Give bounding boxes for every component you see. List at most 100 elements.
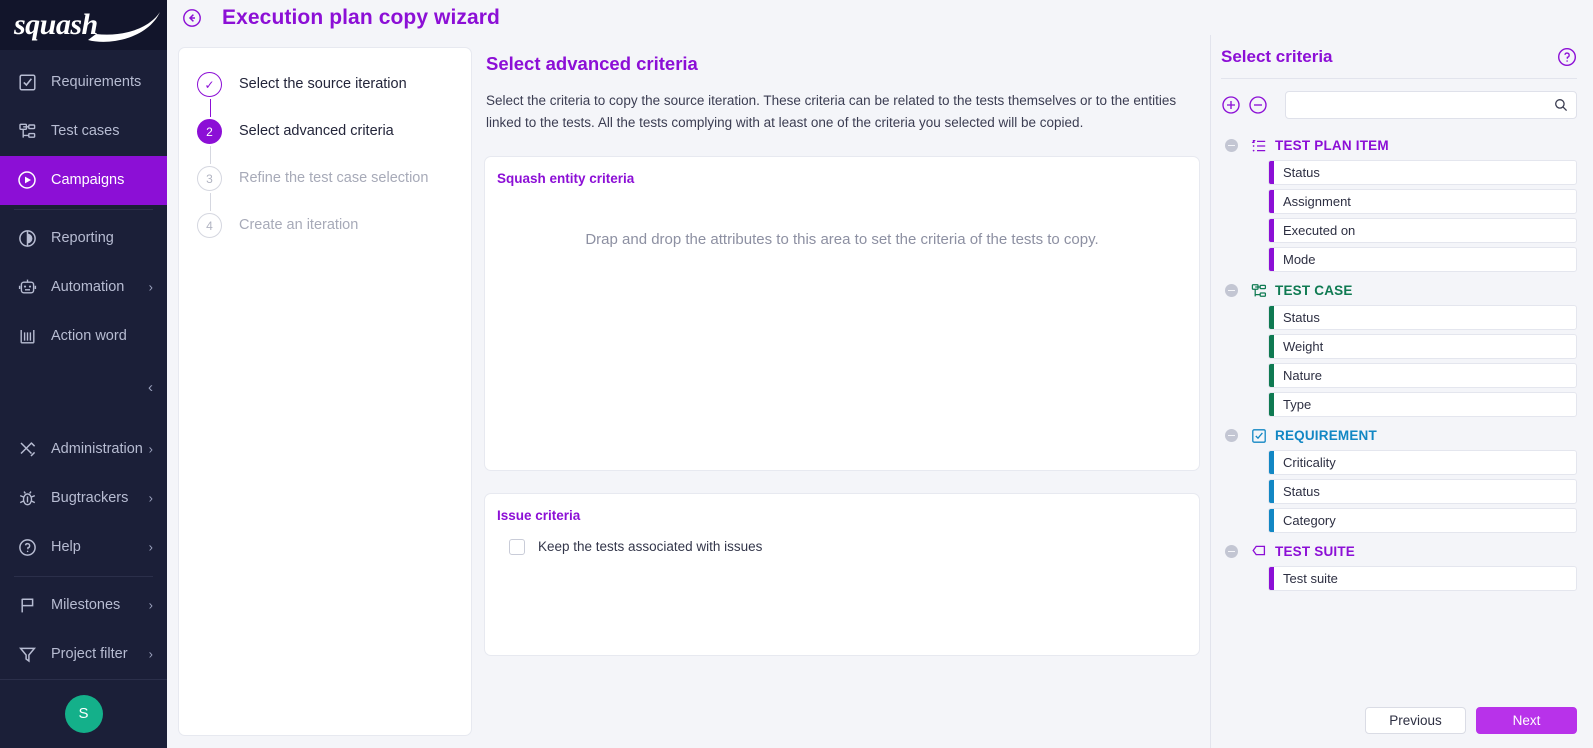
- criteria-item[interactable]: Status: [1268, 160, 1577, 185]
- criteria-item-label: Weight: [1283, 339, 1324, 354]
- chevron-right-icon: ›: [148, 597, 153, 613]
- app-root: squash Requirements Test cases Campaigns…: [0, 0, 1593, 748]
- back-arrow-icon[interactable]: [181, 7, 203, 29]
- brand-logo-text: squash: [14, 7, 98, 41]
- criteria-item[interactable]: Assignment: [1268, 189, 1577, 214]
- milestones-icon: [16, 594, 38, 616]
- sidebar-item-automation[interactable]: Automation ›: [0, 263, 167, 312]
- stepper-connector: [209, 99, 212, 117]
- issue-criteria-title: Issue criteria: [497, 507, 581, 523]
- select-criteria-header: Select criteria: [1221, 35, 1577, 79]
- chevron-right-icon: ›: [148, 441, 153, 457]
- criteria-item[interactable]: Category: [1268, 508, 1577, 533]
- issue-criteria-panel: Issue criteria Keep the tests associated…: [484, 492, 1200, 656]
- criteria-item[interactable]: Criticality: [1268, 450, 1577, 475]
- avatar[interactable]: S: [64, 694, 103, 733]
- previous-button[interactable]: Previous: [1365, 707, 1466, 734]
- criteria-item-label: Status: [1283, 484, 1320, 499]
- stepper-card: ✓ Select the source iteration 2 Select a…: [178, 47, 472, 736]
- collapse-toggle-icon[interactable]: [1225, 284, 1238, 297]
- help-icon: [16, 536, 38, 558]
- sidebar-item-label: Campaigns: [51, 172, 125, 189]
- sidebar-item-bugtrackers[interactable]: Bugtrackers ›: [0, 474, 167, 523]
- criteria-item[interactable]: Type: [1268, 392, 1577, 417]
- criteria-item[interactable]: Weight: [1268, 334, 1577, 359]
- sidebar-collapse-button[interactable]: ‹: [0, 361, 167, 415]
- tree-group-label: TEST PLAN ITEM: [1275, 138, 1389, 153]
- criteria-item-label: Nature: [1283, 368, 1323, 383]
- criteria-item[interactable]: Mode: [1268, 247, 1577, 272]
- criteria-item[interactable]: Executed on: [1268, 218, 1577, 243]
- stepper-marker: ✓: [197, 72, 222, 97]
- criteria-item-label: Executed on: [1283, 223, 1356, 238]
- chevron-left-icon: ‹: [148, 379, 153, 397]
- help-circle-icon[interactable]: [1557, 47, 1577, 67]
- next-button[interactable]: Next: [1476, 707, 1577, 734]
- campaigns-icon: [16, 169, 38, 191]
- squash-entity-criteria-title: Squash entity criteria: [497, 170, 635, 186]
- stepper-step-2[interactable]: 2 Select advanced criteria: [189, 119, 471, 166]
- sidebar-item-help[interactable]: Help ›: [0, 523, 167, 572]
- criteria-item[interactable]: Nature: [1268, 363, 1577, 388]
- tree-group-test-suite[interactable]: TEST SUITE: [1221, 537, 1577, 566]
- plus-circle-icon[interactable]: [1221, 95, 1241, 115]
- test-plan-item-icon: [1250, 137, 1267, 154]
- criteria-item[interactable]: Status: [1268, 305, 1577, 330]
- keep-tests-with-issues-checkbox[interactable]: [509, 538, 525, 555]
- sidebar-item-label: Help: [51, 539, 81, 556]
- stepper-label: Select the source iteration: [239, 76, 407, 92]
- criteria-item[interactable]: Test suite: [1268, 566, 1577, 591]
- sidebar-item-campaigns[interactable]: Campaigns: [0, 155, 167, 205]
- sidebar-item-project-filter[interactable]: Project filter ›: [0, 630, 167, 679]
- sidebar-footer: S: [0, 678, 167, 748]
- content-header: Select advanced criteria Select the crit…: [484, 47, 1200, 134]
- automation-icon: [16, 276, 38, 298]
- sidebar: squash Requirements Test cases Campaigns…: [0, 0, 167, 748]
- keep-tests-with-issues-row[interactable]: Keep the tests associated with issues: [497, 538, 1187, 555]
- dropzone-placeholder: Drap and drop the attributes to this are…: [585, 230, 1099, 248]
- stepper-step-4[interactable]: 4 Create an iteration: [189, 213, 471, 260]
- reporting-icon: [16, 227, 38, 249]
- criteria-item-label: Test suite: [1283, 571, 1338, 586]
- action-word-icon: [16, 325, 38, 347]
- collapse-toggle-icon[interactable]: [1225, 545, 1238, 558]
- page-title: Execution plan copy wizard: [222, 5, 500, 29]
- chevron-right-icon: ›: [148, 646, 153, 662]
- tree-group-label: TEST SUITE: [1275, 544, 1356, 559]
- stepper-step-3[interactable]: 3 Refine the test case selection: [189, 166, 471, 213]
- criteria-tree[interactable]: TEST PLAN ITEM Status Assignment Execute…: [1221, 129, 1577, 695]
- stepper-panel: ✓ Select the source iteration 2 Select a…: [167, 35, 472, 748]
- tree-group-test-case[interactable]: TEST CASE: [1221, 276, 1577, 305]
- stepper-step-1[interactable]: ✓ Select the source iteration: [189, 72, 471, 119]
- tree-group-test-plan-item[interactable]: TEST PLAN ITEM: [1221, 131, 1577, 160]
- sidebar-nav: Requirements Test cases Campaigns Report…: [0, 50, 167, 679]
- sidebar-item-label: Action word: [51, 328, 127, 345]
- sidebar-divider-2: [14, 575, 153, 577]
- stepper-marker: 4: [197, 213, 222, 238]
- criteria-search-box[interactable]: [1285, 91, 1577, 119]
- sidebar-item-milestones[interactable]: Milestones ›: [0, 581, 167, 630]
- chevron-right-icon: ›: [148, 539, 153, 555]
- sidebar-item-label: Milestones: [51, 597, 121, 614]
- sidebar-item-test-cases[interactable]: Test cases: [0, 107, 167, 156]
- sidebar-item-reporting[interactable]: Reporting: [0, 214, 167, 263]
- criteria-item[interactable]: Status: [1268, 479, 1577, 504]
- squash-entity-criteria-panel[interactable]: Squash entity criteria Drap and drop the…: [484, 155, 1200, 471]
- tree-group-requirement[interactable]: REQUIREMENT: [1221, 421, 1577, 450]
- sidebar-item-requirements[interactable]: Requirements: [0, 58, 167, 107]
- criteria-item-label: Mode: [1283, 252, 1316, 267]
- sidebar-item-action-word[interactable]: Action word: [0, 312, 167, 361]
- sidebar-item-administration[interactable]: Administration ›: [0, 425, 167, 474]
- search-input[interactable]: [1294, 97, 1554, 113]
- collapse-toggle-icon[interactable]: [1225, 429, 1238, 442]
- collapse-toggle-icon[interactable]: [1225, 139, 1238, 152]
- minus-circle-icon[interactable]: [1248, 95, 1268, 115]
- keep-tests-with-issues-label: Keep the tests associated with issues: [538, 539, 763, 555]
- search-icon[interactable]: [1554, 98, 1568, 112]
- bugtrackers-icon: [16, 487, 38, 509]
- tree-group-label: REQUIREMENT: [1275, 428, 1377, 443]
- brand-logo[interactable]: squash: [0, 0, 167, 50]
- administration-icon: [16, 438, 38, 460]
- stepper-label: Refine the test case selection: [239, 170, 429, 186]
- criteria-toolbar: [1221, 79, 1577, 129]
